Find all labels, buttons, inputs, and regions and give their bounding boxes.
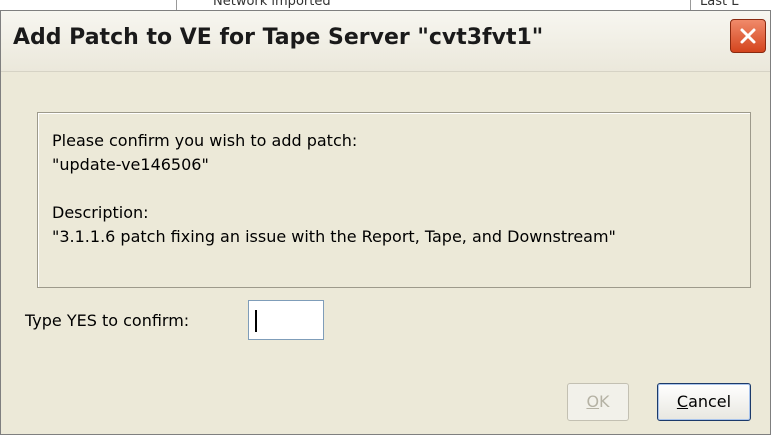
confirm-message: Please confirm you wish to add patch: (52, 131, 358, 150)
dialog-titlebar[interactable]: Add Patch to VE for Tape Server "cvt3fvt… (1, 11, 770, 72)
ok-label: K (599, 392, 610, 411)
close-icon (740, 28, 756, 44)
cancel-button[interactable]: Cancel (657, 383, 751, 421)
dialog-title: Add Patch to VE for Tape Server "cvt3fvt… (13, 25, 544, 50)
patch-name: "update-ve146506" (52, 155, 209, 174)
confirm-input[interactable] (248, 300, 324, 340)
message-panel: Please confirm you wish to add patch: "u… (37, 112, 751, 288)
confirm-label: Type YES to confirm: (25, 311, 190, 330)
background-text: Network imported (213, 0, 331, 9)
description-label: Description: (52, 203, 149, 222)
ok-button[interactable]: OK (567, 383, 629, 421)
cancel-mnemonic: C (676, 392, 689, 411)
patch-description: "3.1.1.6 patch fixing an issue with the … (52, 227, 616, 246)
cancel-label: ancel (688, 392, 732, 411)
ok-mnemonic: O (586, 392, 600, 411)
background-text: Last L (700, 0, 739, 9)
add-patch-dialog: Add Patch to VE for Tape Server "cvt3fvt… (0, 10, 771, 435)
close-button[interactable] (730, 19, 766, 53)
text-caret (255, 310, 257, 332)
